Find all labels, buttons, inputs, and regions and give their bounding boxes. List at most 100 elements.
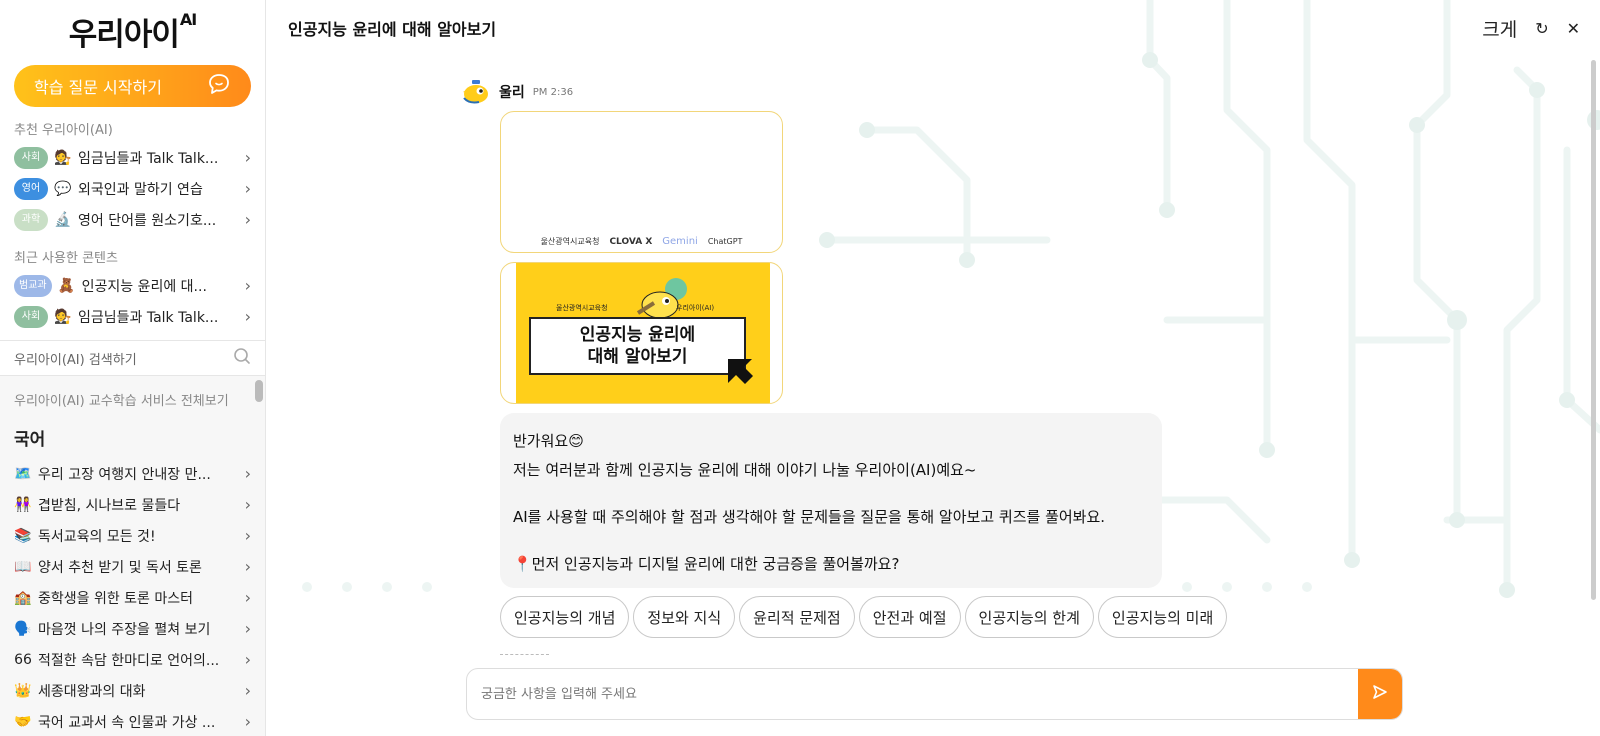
subject-list-item[interactable]: 📖 양서 추천 받기 및 독서 토론 ›: [0, 551, 265, 582]
poster-title-line1: 인공지능 윤리에: [579, 325, 696, 345]
message-time: PM 2:36: [532, 86, 574, 98]
content-emoji-icon: 66: [14, 651, 32, 668]
content-label: 마음껏 나의 주장을 펼쳐 보기: [38, 621, 211, 638]
subject-list-item[interactable]: 👑 세종대왕과의 대화 ›: [0, 675, 265, 706]
sidebar-scrollbar[interactable]: [255, 380, 263, 402]
divider: [500, 654, 549, 655]
suggestion-chip[interactable]: 인공지능의 개념: [500, 596, 630, 638]
search-icon[interactable]: [233, 347, 251, 369]
chevron-right-icon: ›: [244, 712, 251, 731]
content-label: 우리 고장 여행지 안내장 만...: [38, 466, 211, 483]
subject-list-item[interactable]: 🏫 중학생을 위한 토론 마스터 ›: [0, 582, 265, 613]
content-label: 독서교육의 모든 것!: [38, 528, 156, 545]
recommended-list: 사회 🧑‍⚖️ 임금님들과 Talk Talk... › 영어 💬 외국인과 말하기 연습 ›…: [0, 142, 265, 235]
content-label: 겹받침, 시나브로 물들다: [38, 497, 181, 514]
content-emoji-icon: 🧸: [57, 277, 76, 294]
subject-tag: 범교과: [14, 274, 52, 297]
close-icon[interactable]: ✕: [1567, 19, 1580, 38]
sidebar-bottom: 우리아이(AI) 교수학습 서비스 전체보기 국어 🗺️ 우리 고장 여행지 안내…: [0, 376, 265, 736]
poster-card[interactable]: 울산광역시교육청 우리아이(AI) 인공지능 윤리에 대해 알아보기: [500, 262, 783, 404]
message-greeting: 반가워요😊: [513, 432, 584, 450]
content-emoji-icon: 🗣️: [14, 620, 32, 637]
content-emoji-icon: 👭: [14, 496, 32, 513]
content-emoji-icon: 💬: [54, 180, 72, 197]
subject-list-item[interactable]: 👭 겹받침, 시나브로 물들다 ›: [0, 489, 265, 520]
subject-list-item[interactable]: 66 적절한 속담 한마디로 언어의... ›: [0, 644, 265, 675]
refresh-icon[interactable]: ↻: [1535, 19, 1548, 38]
message-line: 저는 여러분과 함께 인공지능 윤리에 대해 이야기 나눌 우리아이(AI)예요…: [513, 461, 977, 479]
start-question-label: 학습 질문 시작하기: [34, 78, 162, 97]
poster-title-line2: 대해 알아보기: [587, 347, 688, 367]
subject-list-item[interactable]: 🗣️ 마음껏 나의 주장을 펼쳐 보기 ›: [0, 613, 265, 644]
search-input[interactable]: 우리아이(AI) 검색하기: [14, 349, 137, 368]
subject-tag: 과학: [14, 208, 48, 231]
message-line: AI를 사용할 때 주의해야 할 점과 생각해야 할 문제들을 질문을 통해 알…: [513, 508, 1106, 526]
content-emoji-icon: 🤝: [14, 713, 32, 730]
cursor-arrow-icon: [726, 357, 754, 393]
subject-list-item[interactable]: 🤝 국어 교과서 속 인물과 가상 ... ›: [0, 706, 265, 736]
logo[interactable]: 우리아이 AI: [0, 0, 265, 62]
content-label: 국어 교과서 속 인물과 가상 ...: [38, 714, 216, 731]
content-label: 세종대왕과의 대화: [38, 683, 146, 700]
subject-list-item[interactable]: 🗺️ 우리 고장 여행지 안내장 만... ›: [0, 458, 265, 489]
chat-main: 인공지능 윤리에 대해 알아보기 크게 ↻ ✕ 울리 PM 2:36 울산광역시…: [267, 0, 1600, 736]
font-size-button[interactable]: 크게: [1482, 15, 1517, 42]
recent-list: 범교과 🧸 인공지능 윤리에 대... › 사회 🧑‍⚖️ 임금님들과 Talk Talk.…: [0, 270, 265, 332]
content-emoji-icon: 🏫: [14, 589, 32, 606]
sidebar: 우리아이 AI 학습 질문 시작하기 추천 우리아이(AI) 사회 🧑‍⚖️ 임금님들…: [0, 0, 266, 736]
partner-logos: 울산광역시교육청 CLOVA X Gemini ChatGPT: [501, 236, 782, 247]
content-label: 적절한 속담 한마디로 언어의...: [38, 652, 220, 669]
start-question-button[interactable]: 학습 질문 시작하기: [14, 65, 251, 107]
subject-list-item[interactable]: 📚 독서교육의 모든 것! ›: [0, 520, 265, 551]
subject-list: 🗺️ 우리 고장 여행지 안내장 만... › 👭 겹받침, 시나브로 물들다 › 📚 독서교…: [0, 458, 265, 736]
partner-logo: 울산광역시교육청: [540, 237, 600, 246]
poster-brand: 우리아이(AI): [676, 304, 715, 312]
suggestion-chips: 인공지능의 개념 정보와 지식 윤리적 문제점 안전과 예절 인공지능의 한계 …: [500, 596, 1228, 638]
subject-tag: 영어: [14, 177, 48, 200]
sidebar-content-item[interactable]: 사회 🧑‍⚖️ 임금님들과 Talk Talk... ›: [0, 301, 265, 332]
message-input-bar: [466, 668, 1403, 720]
content-label: 임금님들과 Talk Talk...: [78, 309, 219, 326]
suggestion-chip[interactable]: 정보와 지식: [633, 596, 736, 638]
suggestion-chip[interactable]: 윤리적 문제점: [739, 596, 855, 638]
sidebar-content-item[interactable]: 영어 💬 외국인과 말하기 연습 ›: [0, 173, 265, 204]
sidebar-content-item[interactable]: 범교과 🧸 인공지능 윤리에 대... ›: [0, 270, 265, 301]
video-card[interactable]: 울산광역시교육청 CLOVA X Gemini ChatGPT: [500, 111, 783, 253]
subject-tag: 사회: [14, 305, 48, 328]
sidebar-content-item[interactable]: 사회 🧑‍⚖️ 임금님들과 Talk Talk... ›: [0, 142, 265, 173]
chat-scrollbar[interactable]: [1591, 60, 1596, 600]
chat-bubble-icon: [207, 73, 231, 99]
sidebar-search[interactable]: 우리아이(AI) 검색하기: [0, 340, 265, 376]
sidebar-content-item[interactable]: 과학 🔬 영어 단어를 원소기호... ›: [0, 204, 265, 235]
content-label: 양서 추천 받기 및 독서 토론: [38, 559, 202, 576]
recommended-label: 추천 우리아이(AI): [14, 123, 113, 138]
send-button[interactable]: [1358, 669, 1402, 719]
partner-logo: CLOVA X: [609, 236, 653, 247]
chevron-right-icon: ›: [244, 276, 251, 295]
chevron-right-icon: ›: [244, 210, 251, 229]
chevron-right-icon: ›: [244, 588, 251, 607]
suggestion-chip[interactable]: 인공지능의 미래: [1097, 596, 1228, 638]
content-label: 중학생을 위한 토론 마스터: [38, 590, 194, 607]
bot-message-bubble: 반가워요😊 저는 여러분과 함께 인공지능 윤리에 대해 이야기 나눌 우리아이…: [500, 413, 1162, 588]
page-title: 인공지능 윤리에 대해 알아보기: [288, 20, 497, 39]
content-emoji-icon: 🧑‍⚖️: [54, 149, 72, 166]
sidebar-top: 우리아이 AI 학습 질문 시작하기 추천 우리아이(AI) 사회 🧑‍⚖️ 임금님들…: [0, 0, 265, 340]
chevron-right-icon: ›: [244, 619, 251, 638]
chevron-right-icon: ›: [244, 307, 251, 326]
chevron-right-icon: ›: [244, 464, 251, 483]
subject-title: 국어: [14, 430, 46, 450]
content-emoji-icon: 🧑‍⚖️: [54, 308, 72, 325]
content-emoji-icon: 📖: [14, 558, 32, 575]
suggestion-chip[interactable]: 안전과 예절: [858, 596, 961, 638]
bot-name: 울리: [499, 85, 525, 101]
all-services-link[interactable]: 우리아이(AI) 교수학습 서비스 전체보기: [0, 380, 265, 421]
send-icon: [1372, 684, 1388, 704]
content-label: 외국인과 말하기 연습: [78, 181, 203, 198]
poster-title-box: 인공지능 윤리에 대해 알아보기: [529, 317, 746, 375]
bot-avatar: [459, 78, 491, 106]
logo-sup: AI: [179, 9, 197, 29]
suggestion-chip[interactable]: 인공지능의 한계: [964, 596, 1094, 638]
header-actions: 크게 ↻ ✕: [1482, 15, 1580, 42]
message-input[interactable]: [467, 669, 1358, 719]
